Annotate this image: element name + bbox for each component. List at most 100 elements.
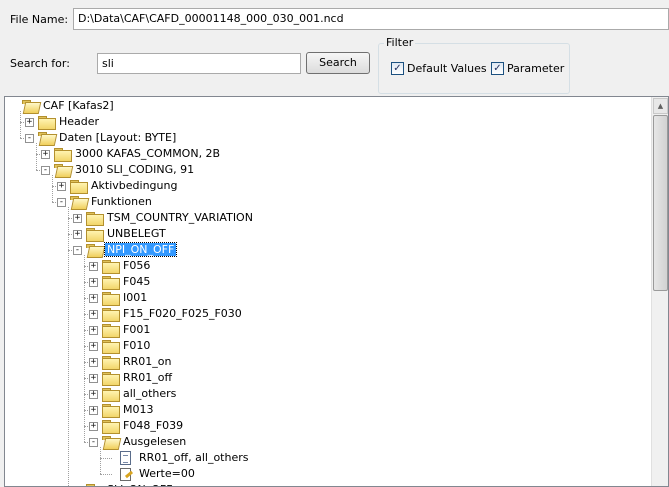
- checkmark-icon: ✓: [393, 63, 402, 74]
- tree-node-label[interactable]: Header: [57, 115, 101, 128]
- tree-node-label[interactable]: 3010 SLI_CODING, 91: [73, 163, 196, 176]
- tree-node-label[interactable]: Aktivbedingung: [89, 179, 179, 192]
- tree-node-label[interactable]: CAF [Kafas2]: [41, 99, 116, 112]
- tree-connector: [100, 474, 112, 475]
- tree-node-label[interactable]: F15_F020_F025_F030: [121, 307, 244, 320]
- folder-icon: [102, 324, 120, 338]
- folder-open-icon: [102, 436, 118, 448]
- scroll-thumb[interactable]: [653, 115, 668, 291]
- default-values-label[interactable]: Default Values: [407, 62, 487, 75]
- expand-icon[interactable]: +: [89, 422, 98, 431]
- file-name-field[interactable]: D:\Data\CAF\CAFD_00001148_000_030_001.nc…: [73, 8, 669, 30]
- folder-open-icon: [86, 244, 102, 256]
- collapse-icon[interactable]: -: [73, 246, 82, 255]
- expand-icon[interactable]: +: [89, 326, 98, 335]
- search-button[interactable]: Search: [306, 52, 370, 74]
- tree-node[interactable]: - Ausgelesen: [5, 434, 645, 450]
- collapse-icon[interactable]: -: [57, 198, 66, 207]
- tree-node[interactable]: - 3010 SLI_CODING, 91: [5, 162, 645, 178]
- tree-node-label[interactable]: RR01_off: [121, 371, 174, 384]
- tree-node[interactable]: - Daten [Layout: BYTE]: [5, 130, 645, 146]
- tree-node[interactable]: + F056: [5, 258, 645, 274]
- folder-icon: [102, 260, 120, 274]
- expand-icon[interactable]: +: [25, 118, 34, 127]
- folder-icon: [70, 180, 88, 194]
- tree-node-label[interactable]: NPI_ON_OFF: [103, 242, 178, 257]
- expand-icon[interactable]: +: [41, 150, 50, 159]
- tree-node-label[interactable]: RR01_off, all_others: [137, 451, 250, 464]
- expand-icon[interactable]: +: [89, 294, 98, 303]
- tree-view[interactable]: +SLI_ON_OFFWerte=00RR01_off, all_others-…: [4, 96, 669, 487]
- tree-node[interactable]: + F001: [5, 322, 645, 338]
- tree-node[interactable]: - NPI_ON_OFF: [5, 242, 645, 258]
- tree-node-label[interactable]: TSM_COUNTRY_VARIATION: [105, 211, 255, 224]
- vertical-scrollbar[interactable]: ▲: [651, 97, 668, 486]
- tree-node[interactable]: + Header: [5, 114, 645, 130]
- parameter-checkbox[interactable]: ✓: [491, 62, 504, 75]
- folder-icon: [54, 148, 72, 162]
- tree-node-label[interactable]: F001: [121, 323, 152, 336]
- folder-icon: [102, 292, 120, 306]
- expand-icon[interactable]: +: [89, 390, 98, 399]
- tree-node[interactable]: - Funktionen: [5, 194, 645, 210]
- parameter-label[interactable]: Parameter: [507, 62, 564, 75]
- filter-legend: Filter: [384, 36, 416, 49]
- folder-open-icon: [22, 100, 38, 112]
- folder-icon: [102, 356, 120, 370]
- expand-icon[interactable]: +: [89, 278, 98, 287]
- tree-node-label[interactable]: Funktionen: [89, 195, 154, 208]
- expand-icon[interactable]: +: [89, 262, 98, 271]
- tree-node-label[interactable]: 3000 KAFAS_COMMON, 2B: [73, 147, 222, 160]
- expand-icon[interactable]: +: [73, 214, 82, 223]
- tree-node-label[interactable]: F056: [121, 259, 152, 272]
- folder-icon: [102, 276, 120, 290]
- folder-icon: [102, 420, 120, 434]
- folder-open-icon: [54, 164, 70, 176]
- tree-node[interactable]: + F048_F039: [5, 418, 645, 434]
- tree-node-label[interactable]: F045: [121, 275, 152, 288]
- collapse-icon[interactable]: -: [41, 166, 50, 175]
- folder-open-icon: [70, 196, 86, 208]
- tree-node[interactable]: + Aktivbedingung: [5, 178, 645, 194]
- tree-node-label[interactable]: Werte=00: [137, 467, 197, 480]
- collapse-icon[interactable]: -: [25, 134, 34, 143]
- tree-node[interactable]: RR01_off, all_others: [5, 450, 645, 466]
- expand-icon[interactable]: +: [89, 310, 98, 319]
- tree-node-label[interactable]: Ausgelesen: [121, 435, 188, 448]
- document-icon: [120, 451, 131, 465]
- expand-icon[interactable]: +: [89, 358, 98, 367]
- tree-node[interactable]: + all_others: [5, 386, 645, 402]
- expand-icon[interactable]: +: [73, 230, 82, 239]
- folder-icon: [102, 372, 120, 386]
- tree-node[interactable]: + M013: [5, 402, 645, 418]
- tree-node-label[interactable]: RR01_on: [121, 355, 174, 368]
- tree-node-label[interactable]: M013: [121, 403, 156, 416]
- tree-node-label[interactable]: Daten [Layout: BYTE]: [57, 131, 178, 144]
- tree-node-label[interactable]: F010: [121, 339, 152, 352]
- tree-node-label[interactable]: SLI_ON_OFF: [105, 483, 175, 486]
- scroll-up-button[interactable]: ▲: [653, 98, 668, 114]
- tree-node[interactable]: + F15_F020_F025_F030: [5, 306, 645, 322]
- tree-node[interactable]: +SLI_ON_OFF: [5, 482, 645, 486]
- expand-icon[interactable]: +: [89, 374, 98, 383]
- tree-node[interactable]: Werte=00: [5, 466, 645, 482]
- tree-node-label[interactable]: I001: [121, 291, 149, 304]
- search-input[interactable]: sli: [97, 53, 301, 74]
- default-values-checkbox[interactable]: ✓: [391, 62, 404, 75]
- expand-icon[interactable]: +: [57, 182, 66, 191]
- tree-node[interactable]: + RR01_on: [5, 354, 645, 370]
- tree-node[interactable]: + I001: [5, 290, 645, 306]
- collapse-icon[interactable]: -: [89, 438, 98, 447]
- expand-icon[interactable]: +: [89, 342, 98, 351]
- tree-node[interactable]: + TSM_COUNTRY_VARIATION: [5, 210, 645, 226]
- tree-node[interactable]: CAF [Kafas2]: [5, 98, 645, 114]
- tree-node[interactable]: + F010: [5, 338, 645, 354]
- tree-node-label[interactable]: F048_F039: [121, 419, 185, 432]
- tree-node[interactable]: +3000 KAFAS_COMMON, 2B: [5, 146, 645, 162]
- expand-icon[interactable]: +: [89, 406, 98, 415]
- tree-node[interactable]: + F045: [5, 274, 645, 290]
- tree-node[interactable]: + RR01_off: [5, 370, 645, 386]
- tree-node[interactable]: + UNBELEGT: [5, 226, 645, 242]
- tree-node-label[interactable]: UNBELEGT: [105, 227, 168, 240]
- tree-node-label[interactable]: all_others: [121, 387, 178, 400]
